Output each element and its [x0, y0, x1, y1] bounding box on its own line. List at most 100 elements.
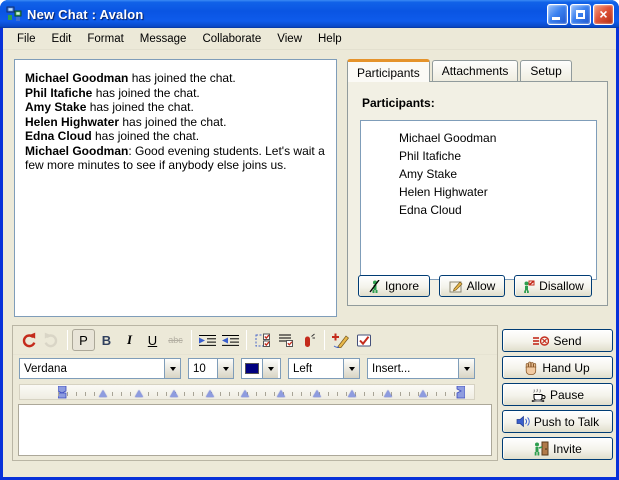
font-settings-row: Verdana 10 Left: [13, 355, 497, 382]
chat-message: Michael Goodman: Good evening students. …: [25, 144, 326, 173]
redo-button[interactable]: [40, 329, 63, 351]
ignore-button[interactable]: Ignore: [358, 275, 430, 297]
tabstop-marker[interactable]: [241, 390, 249, 397]
tab-setup[interactable]: Setup: [520, 60, 571, 81]
strikethrough-button[interactable]: abc: [164, 329, 187, 351]
talking-stick-icon: [301, 333, 316, 348]
hand-up-button[interactable]: Hand Up: [502, 356, 613, 379]
titlebar: New Chat : Avalon ×: [0, 0, 619, 28]
app-icon: [6, 6, 22, 22]
chat-message: Helen Highwater has joined the chat.: [25, 115, 326, 130]
tab-attachments[interactable]: Attachments: [432, 60, 519, 81]
participant-item[interactable]: Michael Goodman: [399, 129, 592, 147]
tabstop-marker[interactable]: [135, 390, 143, 397]
font-size-select[interactable]: 10: [188, 358, 234, 379]
participant-item[interactable]: Edna Cloud: [399, 201, 592, 219]
bold-button[interactable]: B: [95, 329, 118, 351]
toolbar-separator: [67, 330, 68, 350]
indent-increase-icon: [198, 334, 217, 347]
tabstop-marker[interactable]: [99, 390, 107, 397]
menu-collaborate[interactable]: Collaborate: [194, 30, 269, 48]
tabstop-marker[interactable]: [348, 390, 356, 397]
toolbar-separator: [324, 330, 325, 350]
format-toolbar: P B I U abc: [13, 326, 497, 355]
participant-item[interactable]: Amy Stake: [399, 165, 592, 183]
chat-message: Edna Cloud has joined the chat.: [25, 129, 326, 144]
menu-edit[interactable]: Edit: [44, 30, 80, 48]
menu-file[interactable]: File: [9, 30, 44, 48]
invite-button[interactable]: Invite: [502, 437, 613, 460]
menu-help[interactable]: Help: [310, 30, 350, 48]
undo-button[interactable]: [17, 329, 40, 351]
underline-button[interactable]: U: [141, 329, 164, 351]
side-panel: Participants Attachments Setup Participa…: [347, 59, 608, 306]
participant-list[interactable]: Michael Goodman Phil Itafiche Amy Stake …: [360, 120, 597, 280]
italic-button[interactable]: I: [118, 329, 141, 351]
chevron-down-icon[interactable]: [262, 359, 278, 378]
chevron-down-icon[interactable]: [164, 359, 180, 378]
participant-item[interactable]: Helen Highwater: [399, 183, 592, 201]
message-input[interactable]: [18, 404, 492, 456]
chevron-down-icon[interactable]: [458, 359, 474, 378]
allow-button[interactable]: Allow: [439, 275, 505, 297]
tabstop-marker[interactable]: [384, 390, 392, 397]
window-title: New Chat : Avalon: [27, 7, 545, 22]
allow-icon: [449, 280, 463, 293]
talking-stick-button[interactable]: [297, 329, 320, 351]
undo-icon: [20, 332, 37, 348]
send-icon: [533, 335, 549, 347]
speaker-icon: [516, 415, 530, 428]
add-annotation-icon: [332, 333, 349, 348]
chat-message: Michael Goodman has joined the chat.: [25, 71, 326, 86]
insert-select[interactable]: Insert...: [367, 358, 475, 379]
font-color-select[interactable]: [241, 358, 281, 379]
push-to-talk-button[interactable]: Push to Talk: [502, 410, 613, 433]
participants-page: Participants: Michael Goodman Phil Itafi…: [347, 81, 608, 306]
check-list-button[interactable]: [274, 329, 297, 351]
indent-decrease-button[interactable]: [219, 329, 242, 351]
moderation-buttons: Ignore Allow: [358, 275, 597, 297]
check-selection-button[interactable]: [251, 329, 274, 351]
indent-marker-right-icon[interactable]: [454, 386, 465, 399]
tabstop-marker[interactable]: [313, 390, 321, 397]
close-button[interactable]: ×: [593, 4, 614, 25]
ruler[interactable]: [19, 384, 475, 400]
toolbar-separator: [246, 330, 247, 350]
tab-participants[interactable]: Participants: [347, 59, 430, 82]
pause-button[interactable]: Pause: [502, 383, 613, 406]
chevron-down-icon[interactable]: [343, 359, 359, 378]
review-check-button[interactable]: [352, 329, 375, 351]
tabstop-marker[interactable]: [206, 390, 214, 397]
app-window: New Chat : Avalon × File Edit Format Mes…: [0, 0, 619, 480]
minimize-icon: [552, 17, 560, 20]
menu-view[interactable]: View: [269, 30, 310, 48]
chat-history[interactable]: Michael Goodman has joined the chat. Phi…: [14, 59, 337, 317]
coffee-cup-icon: [531, 388, 546, 402]
font-family-select[interactable]: Verdana: [19, 358, 181, 379]
chat-message: Phil Itafiche has joined the chat.: [25, 86, 326, 101]
indent-increase-button[interactable]: [196, 329, 219, 351]
ignore-icon: [369, 280, 381, 293]
check-list-icon: [278, 333, 294, 348]
menu-message[interactable]: Message: [132, 30, 195, 48]
minimize-button[interactable]: [547, 4, 568, 25]
maximize-button[interactable]: [570, 4, 591, 25]
ruler-ticks: [58, 392, 460, 396]
message-composer: P B I U abc: [12, 325, 498, 461]
main-content: Michael Goodman has joined the chat. Phi…: [3, 50, 616, 477]
paragraph-style-button[interactable]: P: [72, 329, 95, 351]
maximize-icon: [576, 10, 585, 19]
tabstop-marker[interactable]: [419, 390, 427, 397]
chevron-down-icon[interactable]: [217, 359, 233, 378]
menu-format[interactable]: Format: [79, 30, 131, 48]
menubar: File Edit Format Message Collaborate Vie…: [3, 28, 616, 50]
tabstop-marker[interactable]: [277, 390, 285, 397]
send-button[interactable]: Send: [502, 329, 613, 352]
disallow-icon: [522, 280, 535, 293]
disallow-button[interactable]: Disallow: [514, 275, 592, 297]
participant-item[interactable]: Phil Itafiche: [399, 147, 592, 165]
alignment-select[interactable]: Left: [288, 358, 360, 379]
tabstop-marker[interactable]: [170, 390, 178, 397]
indent-decrease-icon: [221, 334, 240, 347]
add-annotation-button[interactable]: [329, 329, 352, 351]
